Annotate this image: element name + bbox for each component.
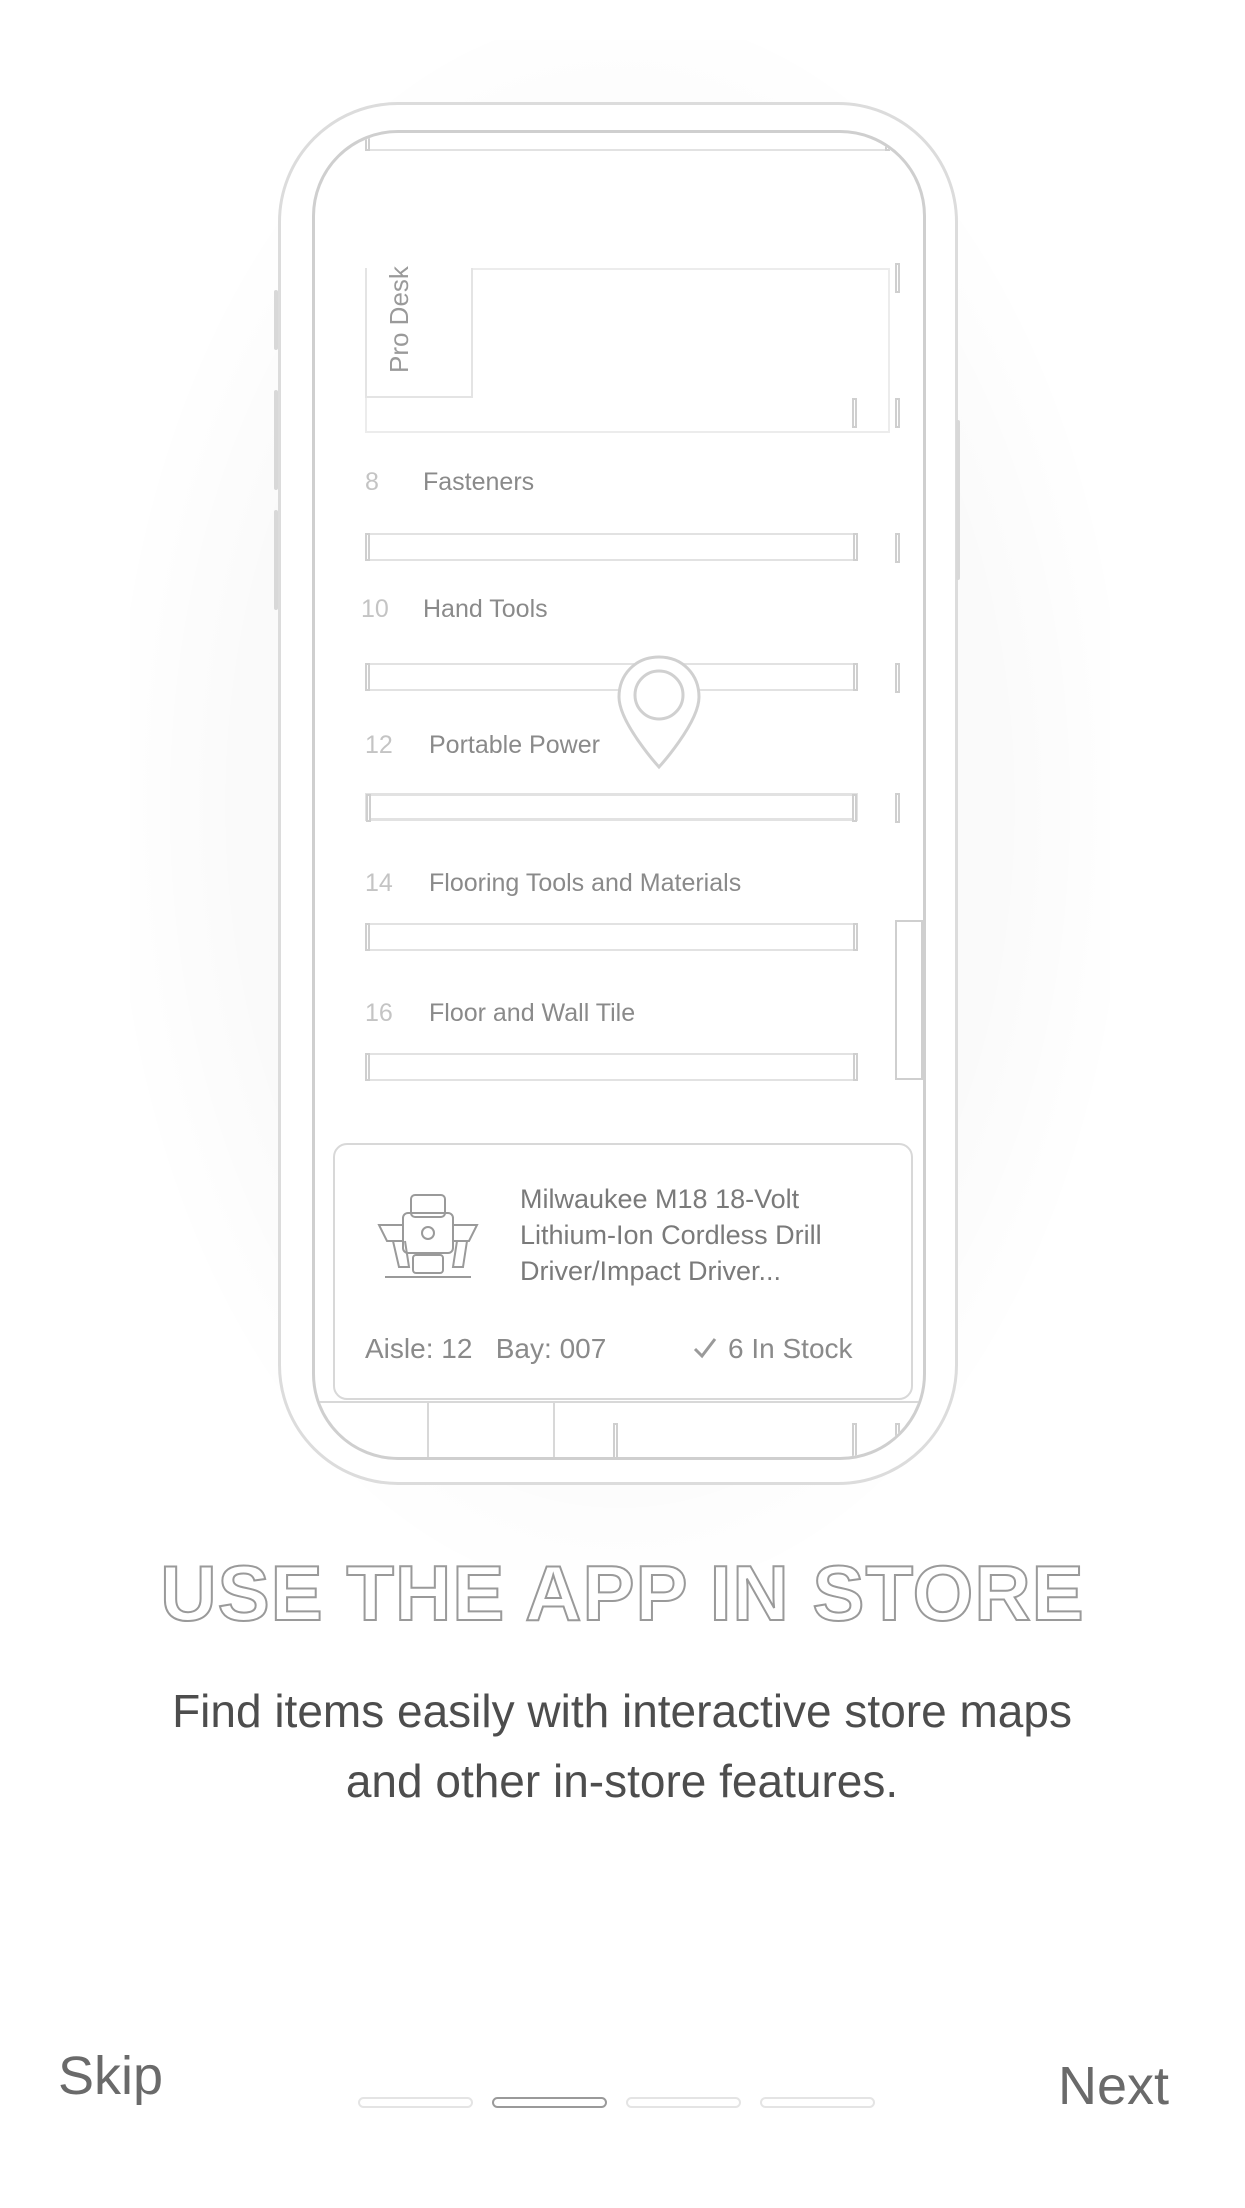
bay-value: 007 [559, 1333, 607, 1364]
page-dot-active [492, 2097, 607, 2108]
page-indicator [358, 2097, 878, 2111]
aisle-label: Flooring Tools and Materials [429, 869, 742, 897]
phone-side-button [274, 390, 278, 490]
shelf-tick [852, 1423, 857, 1457]
shelf-tick [895, 793, 900, 823]
page-dot [358, 2097, 473, 2108]
aisle-label: Portable Power [429, 731, 600, 759]
tab-bar-divider [315, 1401, 923, 1403]
shelf-tick [895, 398, 900, 428]
product-title: Milwaukee M18 18-Volt Lithium-Ion Cordle… [520, 1184, 822, 1286]
shelf-tick [852, 398, 857, 428]
page-description: Find items easily with interactive store… [172, 1685, 1072, 1807]
shelf [365, 923, 858, 951]
phone-side-button [956, 420, 960, 580]
page-dot [626, 2097, 741, 2108]
shelf [365, 533, 858, 561]
aisle-number: 12 [365, 731, 393, 759]
shelf [365, 793, 858, 822]
phone-side-button [274, 510, 278, 610]
product-card: Milwaukee M18 18-Volt Lithium-Ion Cordle… [333, 1143, 913, 1400]
phone-screen: Pro Desk 8 Fasteners 10 Hand Tools 12 Po… [312, 130, 926, 1460]
check-icon [693, 1338, 717, 1359]
shelf [365, 1053, 858, 1081]
shelf-tick [895, 263, 900, 293]
shelf-tick [613, 1423, 618, 1457]
aisle-number: 16 [365, 999, 393, 1027]
tab-bar-divider [553, 1401, 555, 1457]
aisle-label: Aisle: [365, 1333, 434, 1364]
pro-desk-label: Pro Desk [384, 266, 414, 373]
page-title: USE THE APP IN STORE [159, 1548, 1085, 1638]
product-location: Aisle: 12 Bay: 007 [365, 1333, 606, 1365]
bay-label: Bay: [495, 1333, 552, 1364]
tab-bar-divider [427, 1401, 429, 1457]
page-dot [760, 2097, 875, 2108]
phone-side-button [274, 290, 278, 350]
shelf-tick [895, 533, 900, 563]
drill-kit-image [377, 1194, 479, 1278]
aisle-number: 10 [361, 595, 389, 623]
next-button[interactable]: Next [1058, 2055, 1169, 2117]
skip-button[interactable]: Skip [58, 2045, 163, 2107]
stock-text: 6 In Stock [728, 1333, 853, 1364]
shelf [365, 133, 890, 151]
aisle-label: Hand Tools [423, 595, 548, 623]
aisle-value: 12 [441, 1333, 473, 1364]
side-shelf [895, 920, 923, 1080]
pro-desk-box [365, 268, 473, 398]
shelf-tick [895, 663, 900, 693]
aisle-label: Fasteners [423, 468, 535, 496]
shelf [365, 663, 858, 691]
stock-status: 6 In Stock [692, 1333, 853, 1365]
aisle-number: 8 [365, 468, 379, 496]
map-pin-icon [617, 655, 701, 770]
aisle-number: 14 [365, 869, 393, 897]
aisle-label: Floor and Wall Tile [429, 999, 636, 1027]
shelf-tick [895, 1423, 900, 1457]
